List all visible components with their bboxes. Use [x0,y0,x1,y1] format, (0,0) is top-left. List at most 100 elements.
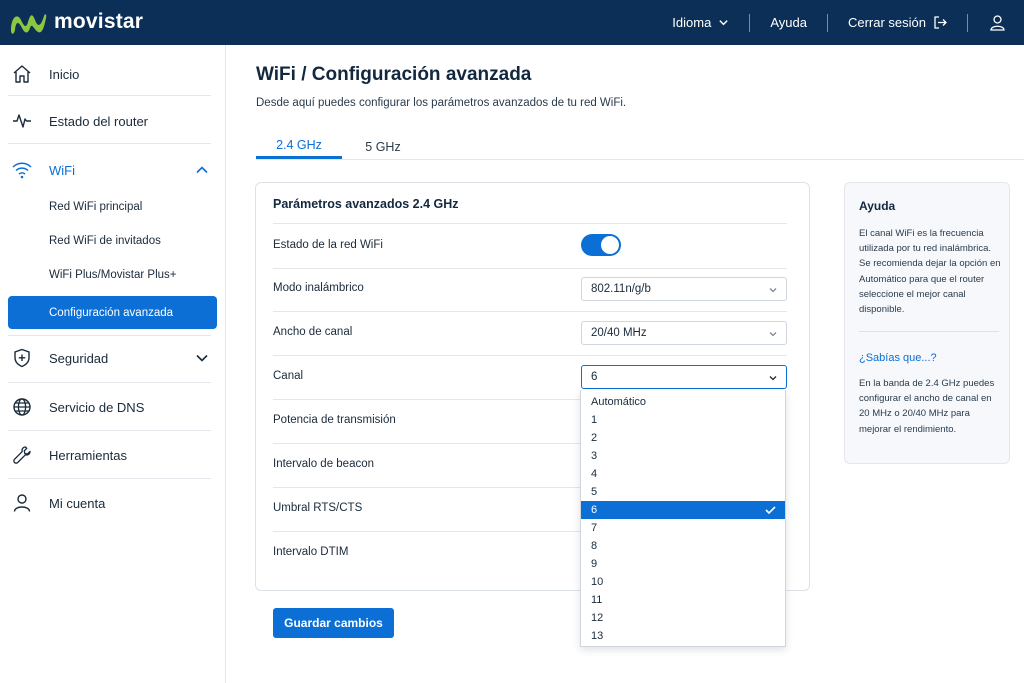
channel-select[interactable]: 6 [581,365,787,389]
wifi-status-toggle[interactable] [581,234,621,256]
channel-option[interactable]: 1 [581,411,785,429]
channel-option[interactable]: Automático [581,393,785,411]
chevron-down-icon [769,376,777,381]
channel-option[interactable]: 11 [581,591,785,609]
sidebar-item-mi-cuenta[interactable]: Mi cuenta [8,489,211,517]
card-divider [273,223,787,224]
sidebar-item-seguridad[interactable]: Seguridad [8,344,211,372]
sidebar-item-label: Herramientas [49,447,128,463]
sidebar-item-label: Seguridad [49,350,109,366]
sidebar-item-dns[interactable]: Servicio de DNS [8,393,211,421]
chevron-down-icon [196,354,208,362]
channel-option-label: 6 [591,504,598,516]
card-divider [273,311,787,312]
sidebar-divider [8,478,211,479]
channel-option[interactable]: 9 [581,555,785,573]
wireless-mode-select[interactable]: 802.11n/g/b [581,277,787,301]
rts-cts-label: Umbral RTS/CTS [273,502,363,514]
checkmark-icon [765,506,776,515]
logout-button[interactable]: Cerrar sesión [828,0,967,45]
sidebar-divider [8,95,211,96]
wireless-mode-label: Modo inalámbrico [273,282,364,294]
did-you-know-link[interactable]: ¿Sabías que...? [859,352,937,364]
sidebar-divider [8,430,211,431]
chevron-up-icon [196,166,208,174]
sidebar-item-label: Servicio de DNS [49,399,145,415]
card-divider [273,443,581,444]
channel-option[interactable]: 10 [581,573,785,591]
sidebar-subitem-wifi-plus[interactable]: WiFi Plus/Movistar Plus+ [49,269,176,281]
wrench-icon [10,443,34,467]
globe-icon [10,395,34,419]
page-title: WiFi / Configuración avanzada [256,64,532,85]
save-changes-button[interactable]: Guardar cambios [273,608,394,638]
user-icon [10,491,34,515]
channel-dropdown-list: Automático 1 2 3 4 5 6 7 8 9 10 11 12 13 [580,390,786,647]
user-icon [990,14,1005,31]
card-divider [273,268,787,269]
sidebar-subitem-configuracion-avanzada[interactable]: Configuración avanzada [8,296,217,329]
sidebar-item-label: Inicio [49,66,80,82]
help-tip: En la banda de 2.4 GHz puedes configurar… [859,378,995,435]
logout-label: Cerrar sesión [847,15,926,30]
sidebar-subitem-red-principal[interactable]: Red WiFi principal [49,201,142,213]
card-divider [273,355,787,356]
card-divider [273,487,581,488]
channel-option[interactable]: 12 [581,609,785,627]
sidebar-item-label: Estado del router [49,113,149,129]
card-title: Parámetros avanzados 2.4 GHz [273,197,459,211]
channel-option[interactable]: 4 [581,465,785,483]
movistar-logo[interactable]: movistar [8,8,143,36]
channel-value: 6 [591,371,598,383]
channel-option[interactable]: 8 [581,537,785,555]
help-title: Ayuda [859,199,896,213]
sidebar-subitem-red-invitados[interactable]: Red WiFi de invitados [49,235,161,247]
sidebar-item-wifi[interactable]: WiFi [8,156,211,184]
channel-option[interactable]: 2 [581,429,785,447]
wifi-icon [10,158,34,182]
channel-width-value: 20/40 MHz [591,327,647,339]
sidebar-item-herramientas[interactable]: Herramientas [8,441,211,469]
toggle-knob [601,236,619,254]
channel-option-selected[interactable]: 6 [581,501,785,519]
chevron-down-icon [769,288,777,293]
chevron-down-icon [719,20,729,26]
page-description: Desde aquí puedes configurar los parámet… [256,97,627,109]
sidebar-divider [8,335,211,336]
help-link-label: Ayuda [770,15,807,30]
channel-option[interactable]: 13 [581,627,785,645]
sidebar-item-label: WiFi [49,162,75,178]
card-divider [273,399,581,400]
chevron-down-icon [769,332,777,337]
wireless-mode-value: 802.11n/g/b [591,283,651,295]
sidebar-item-label: Mi cuenta [49,495,106,511]
channel-width-label: Ancho de canal [273,326,353,338]
channel-option[interactable]: 5 [581,483,785,501]
language-label: Idioma [672,15,712,30]
channel-option[interactable]: 3 [581,447,785,465]
channel-label: Canal [273,370,304,382]
tx-power-label: Potencia de transmisión [273,414,396,426]
channel-option[interactable]: 7 [581,519,785,537]
activity-icon [10,109,34,133]
sidebar-divider [8,143,211,144]
help-divider [859,331,999,332]
sidebar: Inicio Estado del router WiFi Red WiFi p… [0,45,226,683]
top-nav: Idioma Ayuda Cerrar sesión [652,0,1024,45]
tab-5-ghz[interactable]: 5 GHz [356,133,410,160]
band-tabs: 2.4 GHz 5 GHz [256,133,1024,160]
channel-width-select[interactable]: 20/40 MHz [581,321,787,345]
user-account-button[interactable] [968,0,1024,45]
shield-icon [10,346,34,370]
beacon-interval-label: Intervalo de beacon [273,458,375,470]
movistar-m-icon [11,14,47,34]
top-header: movistar Idioma Ayuda Cerrar sesión [0,0,1024,45]
language-menu[interactable]: Idioma [652,0,749,45]
help-text: El canal WiFi es la frecuencia utilizada… [859,228,1001,316]
sidebar-item-inicio[interactable]: Inicio [8,60,211,88]
home-icon [10,62,34,86]
tab-2-4-ghz[interactable]: 2.4 GHz [256,133,342,159]
help-link[interactable]: Ayuda [750,0,827,45]
help-panel: Ayuda El canal WiFi es la frecuencia uti… [844,182,1010,464]
sidebar-item-estado-router[interactable]: Estado del router [8,107,211,135]
